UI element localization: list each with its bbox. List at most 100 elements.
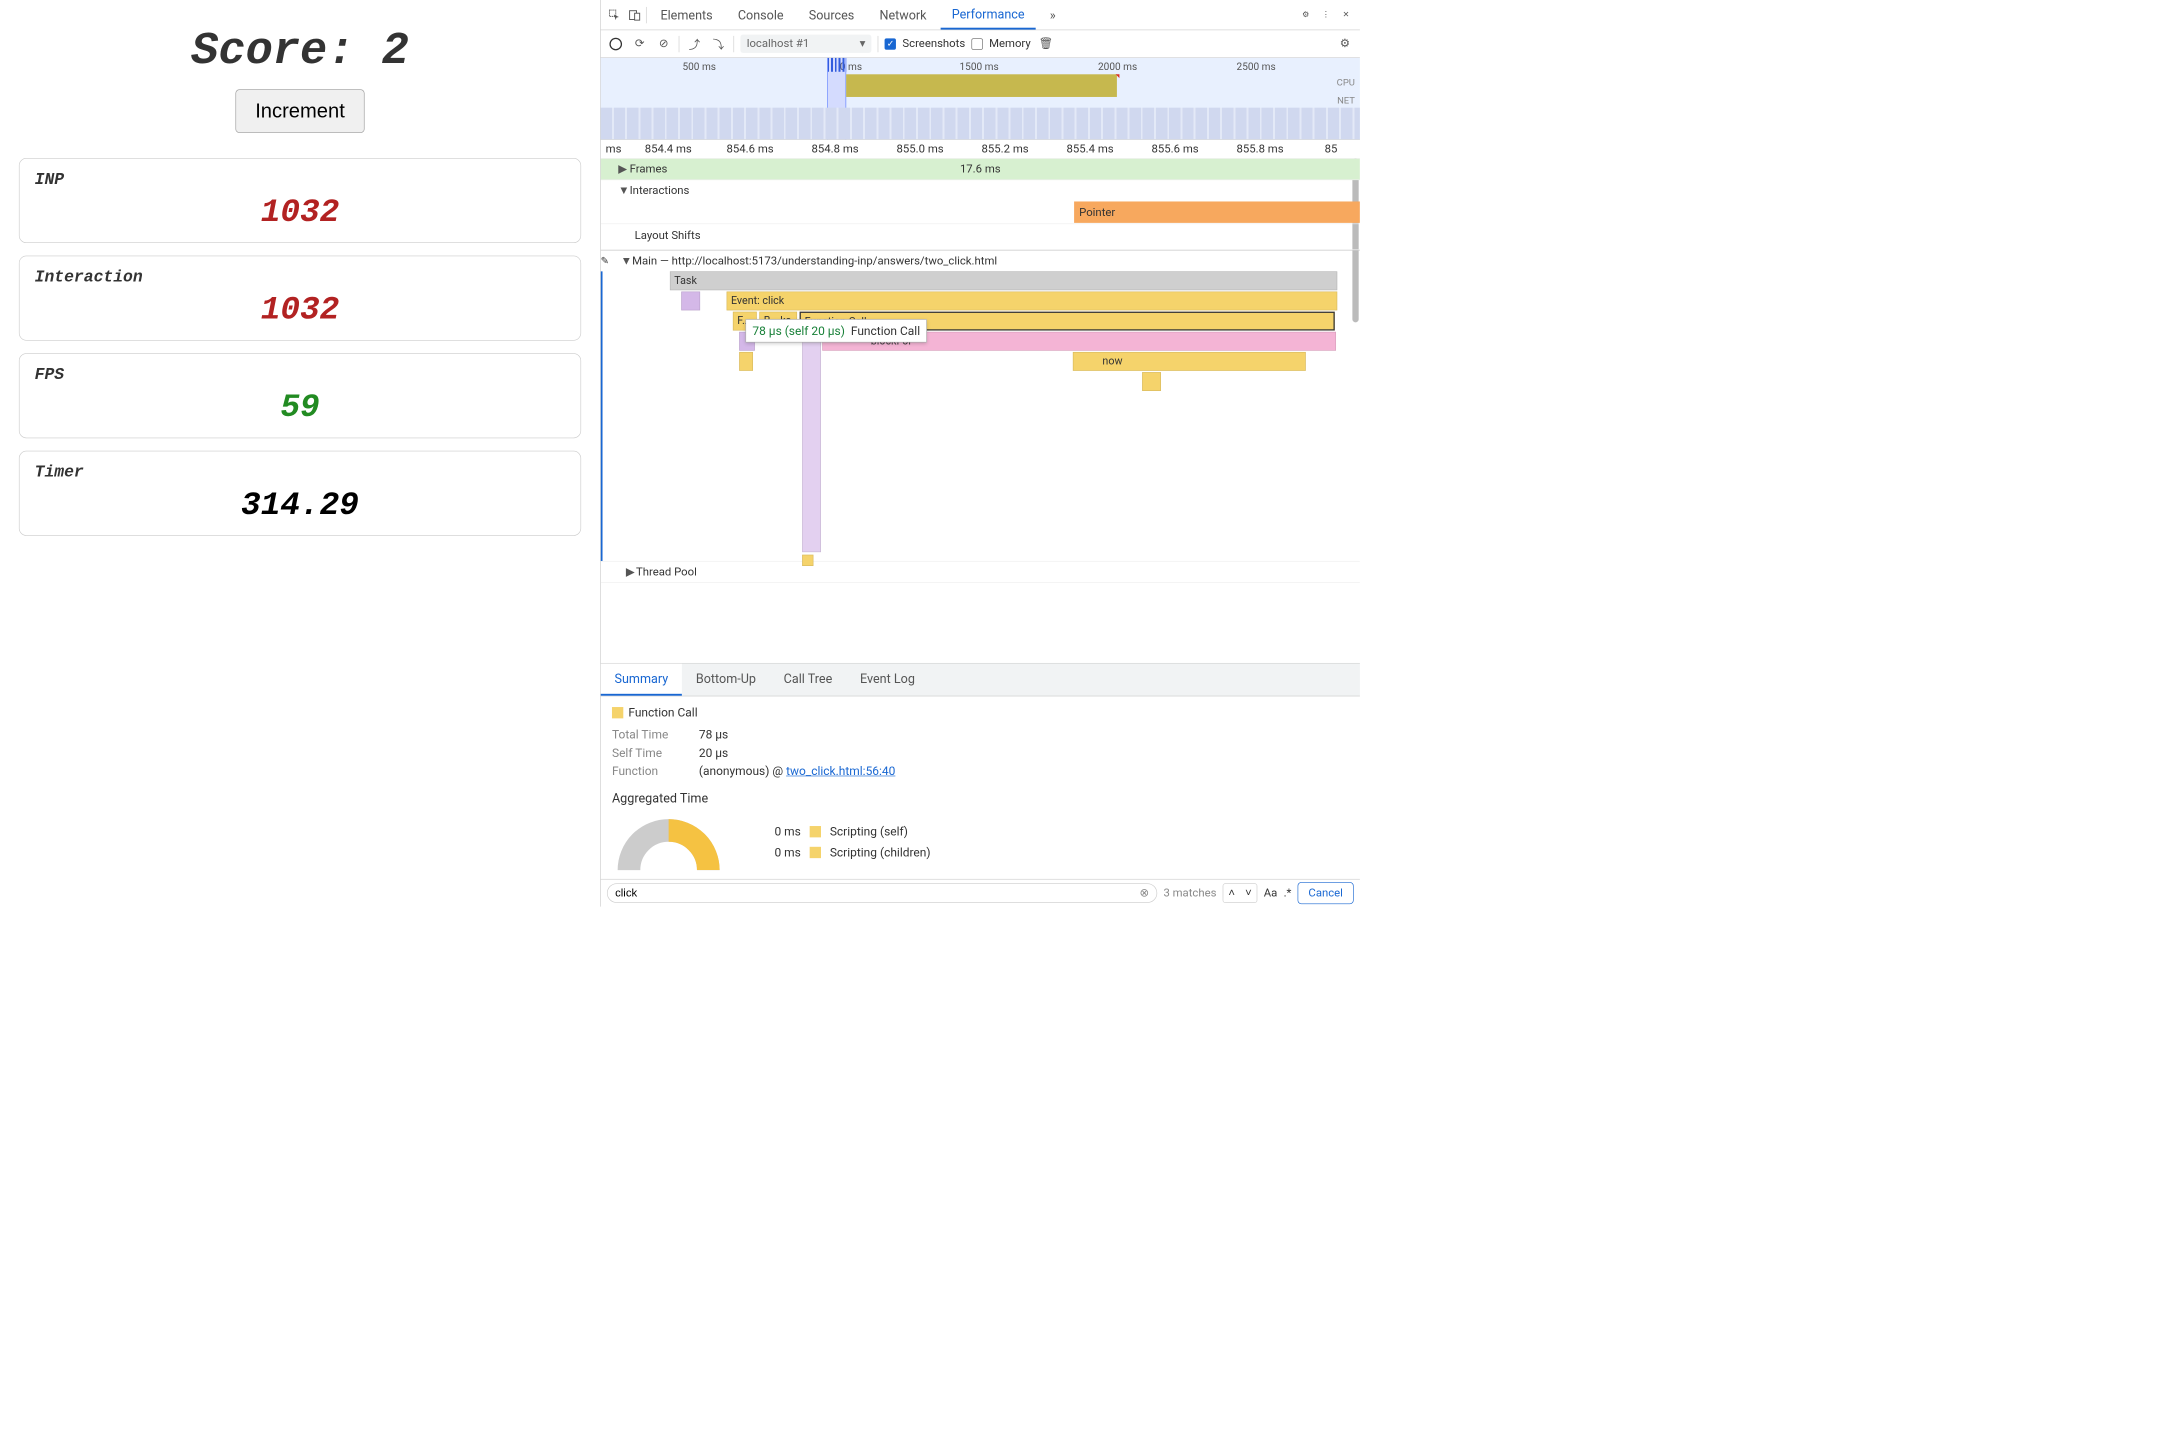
flame-bar-now[interactable]: now bbox=[1073, 352, 1306, 371]
score-heading: Score: 2 bbox=[13, 25, 588, 77]
timeline-cursor bbox=[601, 271, 603, 561]
source-link[interactable]: two_click.html:56:40 bbox=[786, 764, 895, 778]
ruler-tick: 855.4 ms bbox=[1067, 142, 1114, 155]
color-chip-icon bbox=[612, 707, 623, 718]
record-button[interactable] bbox=[607, 35, 625, 53]
cpu-label: CPU bbox=[1337, 77, 1355, 88]
download-icon[interactable]: ⤵ bbox=[710, 35, 728, 53]
tab-call-tree[interactable]: Call Tree bbox=[770, 664, 846, 696]
ruler-tick: 855.6 ms bbox=[1152, 142, 1199, 155]
metric-card-inp: INP 1032 bbox=[19, 158, 581, 243]
score-value: 2 bbox=[382, 25, 409, 77]
track-label: Thread Pool bbox=[636, 565, 697, 578]
memory-checkbox[interactable] bbox=[972, 38, 983, 49]
perf-toolbar: ⟳ ⊘ ⤴ ⤵ localhost #1 ▾ ✓ Screenshots Mem… bbox=[601, 30, 1360, 58]
interaction-pointer-bar[interactable]: Pointer bbox=[1074, 201, 1360, 222]
metric-card-timer: Timer 314.29 bbox=[19, 451, 581, 536]
agg-row: 0 msScripting (children) bbox=[763, 845, 930, 859]
tab-event-log[interactable]: Event Log bbox=[846, 664, 929, 696]
tab-network[interactable]: Network bbox=[868, 0, 938, 30]
search-nav: ˄ ˅ bbox=[1223, 883, 1258, 903]
ruler-tick: 854.6 ms bbox=[727, 142, 774, 155]
gear-icon[interactable]: ⚙ bbox=[1297, 6, 1315, 24]
metric-label: FPS bbox=[35, 365, 566, 384]
disclosure-right-icon[interactable]: ▶ bbox=[626, 565, 634, 578]
flame-bar[interactable] bbox=[1142, 372, 1161, 391]
flame-chart-area[interactable]: ▶Frames 17.6 ms ▼ Interactions Pointer La… bbox=[601, 159, 1360, 663]
perf-gear-icon[interactable]: ⚙ bbox=[1336, 35, 1354, 53]
search-input[interactable] bbox=[615, 886, 1139, 899]
aggregated-time-heading: Aggregated Time bbox=[612, 791, 1349, 806]
summary-title: Function Call bbox=[612, 705, 1349, 719]
metric-label: Interaction bbox=[35, 268, 566, 287]
track-label: Layout Shifts bbox=[601, 224, 1360, 249]
overview-screenshots-strip bbox=[601, 108, 1360, 139]
tabs-overflow[interactable]: » bbox=[1038, 0, 1067, 30]
ruler-tick: 2500 ms bbox=[1237, 60, 1276, 72]
track-layout-shifts[interactable]: Layout Shifts bbox=[601, 224, 1360, 250]
tab-elements[interactable]: Elements bbox=[649, 0, 724, 30]
session-select[interactable]: localhost #1 ▾ bbox=[740, 35, 871, 53]
flame-graph[interactable]: Task Event: click F… B… ks Function Call… bbox=[601, 271, 1360, 561]
clear-search-icon[interactable]: ⊗ bbox=[1139, 886, 1149, 899]
reload-icon[interactable]: ⟳ bbox=[631, 35, 649, 53]
summary-value: 20 µs bbox=[699, 745, 728, 759]
flame-bar-event-click[interactable]: Event: click bbox=[727, 292, 1338, 311]
main-thread-label: Main — http://localhost:5173/understandi… bbox=[632, 254, 997, 267]
tab-console[interactable]: Console bbox=[726, 0, 794, 30]
inspect-icon[interactable] bbox=[606, 6, 624, 24]
devtools-pane: Elements Console Sources Network Perform… bbox=[600, 0, 1360, 907]
track-frames[interactable]: ▶Frames 17.6 ms bbox=[601, 159, 1360, 180]
screenshots-checkbox[interactable]: ✓ bbox=[885, 38, 896, 49]
trash-icon[interactable]: 🗑 bbox=[1037, 35, 1055, 53]
summary-key: Function bbox=[612, 764, 688, 778]
tab-bottom-up[interactable]: Bottom-Up bbox=[682, 664, 770, 696]
disclosure-down-icon[interactable]: ▼ bbox=[618, 184, 626, 197]
search-input-wrap: ⊗ bbox=[607, 883, 1157, 903]
case-sensitive-toggle[interactable]: Aa bbox=[1264, 886, 1278, 899]
color-chip-icon bbox=[810, 826, 821, 837]
device-toggle-icon[interactable] bbox=[626, 6, 644, 24]
tooltip-name: Function Call bbox=[851, 324, 920, 338]
kebab-menu-icon[interactable]: ⋮ bbox=[1317, 6, 1335, 24]
screenshots-label: Screenshots bbox=[902, 37, 965, 50]
metric-value: 1032 bbox=[35, 194, 566, 231]
next-match-icon[interactable]: ˅ bbox=[1240, 884, 1257, 902]
ruler-tick: 500 ms bbox=[682, 60, 716, 72]
overview-ruler: 500 ms 0 ms 1500 ms 2000 ms 2500 ms bbox=[601, 58, 1360, 73]
frame-duration: 17.6 ms bbox=[960, 162, 1001, 175]
ruler-tick: 2000 ms bbox=[1098, 60, 1137, 72]
flame-bar[interactable] bbox=[739, 352, 753, 371]
summary-body: Function Call Total Time78 µs Self Time2… bbox=[601, 696, 1360, 879]
increment-button[interactable]: Increment bbox=[236, 89, 365, 132]
metric-value: 59 bbox=[35, 389, 566, 426]
disclosure-down-icon[interactable]: ▼ bbox=[621, 254, 629, 267]
tab-summary[interactable]: Summary bbox=[601, 664, 682, 696]
track-main[interactable]: ✎ ▼ Main — http://localhost:5173/underst… bbox=[601, 250, 1360, 583]
search-bar: ⊗ 3 matches ˄ ˅ Aa .* Cancel bbox=[601, 879, 1360, 907]
overview-cpu-bar bbox=[846, 74, 1117, 97]
upload-icon[interactable]: ⤴ bbox=[686, 35, 704, 53]
summary-value: 78 µs bbox=[699, 727, 728, 741]
track-label: Interactions bbox=[630, 184, 690, 197]
tab-sources[interactable]: Sources bbox=[797, 0, 865, 30]
flame-bar[interactable] bbox=[802, 555, 813, 566]
flame-tooltip: 78 µs (self 20 µs) Function Call bbox=[745, 319, 927, 342]
page-left-pane: Score: 2 Increment INP 1032 Interaction … bbox=[0, 0, 600, 907]
metric-value: 314.29 bbox=[35, 487, 566, 524]
track-interactions[interactable]: ▼ Interactions Pointer bbox=[601, 180, 1360, 224]
cancel-button[interactable]: Cancel bbox=[1298, 882, 1354, 904]
close-icon[interactable]: ✕ bbox=[1337, 6, 1355, 24]
edit-icon[interactable]: ✎ bbox=[601, 254, 616, 266]
clear-icon[interactable]: ⊘ bbox=[655, 35, 673, 53]
tab-performance[interactable]: Performance bbox=[940, 0, 1036, 30]
regex-toggle[interactable]: .* bbox=[1284, 886, 1292, 899]
disclosure-right-icon[interactable]: ▶ bbox=[618, 162, 626, 175]
track-thread-pool[interactable]: ▶ Thread Pool bbox=[601, 561, 1360, 582]
prev-match-icon[interactable]: ˄ bbox=[1223, 884, 1240, 902]
flame-bar-task[interactable]: Task bbox=[670, 271, 1337, 290]
flame-bar[interactable] bbox=[681, 292, 700, 311]
ruler-tick: ms bbox=[606, 142, 622, 155]
perf-overview[interactable]: 500 ms 0 ms 1500 ms 2000 ms 2500 ms CPU … bbox=[601, 58, 1360, 140]
flame-stack[interactable] bbox=[802, 332, 821, 552]
